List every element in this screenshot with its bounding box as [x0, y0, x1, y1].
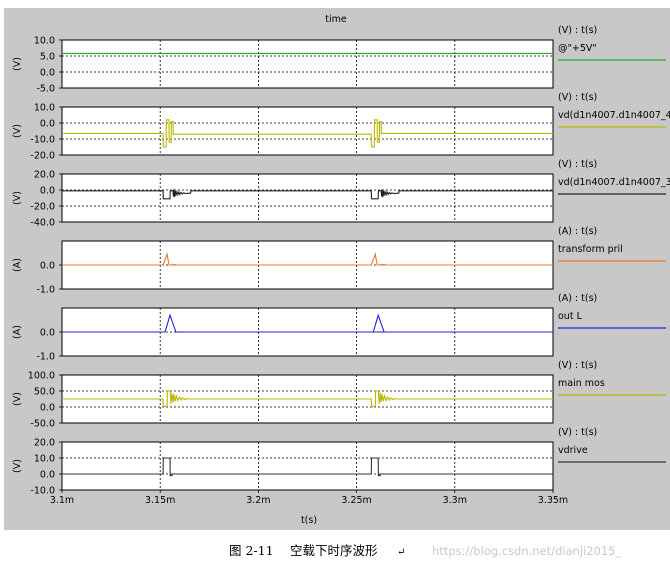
y-tick-label: 0.0: [40, 261, 55, 272]
x-tick-label: 3.2m: [246, 495, 270, 506]
legend-axis-label: (V) : t(s): [558, 427, 597, 438]
y-tick-label: -10.0: [30, 135, 55, 146]
legend-series-name: vd(d1n4007.d1n4007_3): [558, 177, 670, 188]
y-tick-label: -20.0: [30, 151, 55, 162]
legend-axis-label: (A) : t(s): [558, 293, 597, 304]
legend-series-name: vd(d1n4007.d1n4007_4): [558, 110, 670, 121]
y-tick-label: -40.0: [30, 218, 55, 229]
y-tick-label: 20.0: [34, 438, 55, 449]
x-tick-label: 3.25m: [341, 495, 371, 506]
y-unit-label: (A): [12, 258, 23, 272]
y-tick-label: 100.0: [28, 371, 55, 382]
y-tick-label: 0.0: [40, 68, 55, 79]
y-unit-label: (A): [12, 325, 23, 339]
y-tick-label: 0.0: [40, 328, 55, 339]
y-tick-label: 0.0: [40, 119, 55, 130]
x-tick-label: 3.15m: [145, 495, 175, 506]
chart-title: time: [325, 14, 347, 25]
plot-area: [61, 441, 554, 491]
y-unit-label: (V): [12, 57, 23, 71]
legend-series-name: main mos: [558, 378, 605, 389]
legend-axis-label: (V) : t(s): [558, 159, 597, 170]
y-tick-label: -5.0: [36, 84, 55, 95]
y-unit-label: (V): [12, 459, 23, 473]
y-unit-label: (V): [12, 392, 23, 406]
return-mark: ↵: [397, 547, 405, 558]
legend-axis-label: (A) : t(s): [558, 226, 597, 237]
legend-axis-label: (V) : t(s): [558, 92, 597, 103]
plot-area: [61, 173, 554, 223]
legend-series-name: @"+5V": [558, 43, 597, 54]
y-tick-label: 0.0: [40, 186, 55, 197]
legend-axis-label: (V) : t(s): [558, 25, 597, 36]
y-tick-label: 50.0: [34, 387, 55, 398]
y-tick-label: 20.0: [34, 170, 55, 181]
figure-label: 图 2-11: [229, 543, 274, 558]
figure-caption: 空载下时序波形: [290, 543, 378, 558]
y-tick-label: -50.0: [30, 419, 55, 430]
x-tick-label: 3.3m: [443, 495, 467, 506]
y-tick-label: -20.0: [30, 202, 55, 213]
y-tick-label: 0.0: [40, 470, 55, 481]
y-tick-label: -1.0: [36, 352, 55, 363]
legend-series-name: transform pril: [558, 244, 623, 255]
x-tick-label: 3.35m: [538, 495, 568, 506]
x-tick-label: 3.1m: [50, 495, 74, 506]
plot-area: [61, 39, 554, 89]
y-tick-label: 5.0: [40, 52, 55, 63]
x-axis-label: t(s): [301, 515, 317, 526]
waveform-figure: time 10.0 5.0 0.0 -5.0 (V) (V) : t(s) @"+5V" 10…: [4, 8, 670, 558]
legend-series-name: vdrive: [558, 445, 588, 456]
y-tick-label: 0.0: [40, 403, 55, 414]
y-tick-label: 10.0: [34, 36, 55, 47]
watermark: https://blog.csdn.net/dianji2015_: [432, 544, 622, 558]
y-unit-label: (V): [12, 124, 23, 138]
y-tick-label: -1.0: [36, 285, 55, 296]
y-tick-label: 10.0: [34, 103, 55, 114]
legend-series-name: out L: [558, 311, 583, 322]
plot-area: [61, 106, 554, 156]
legend-axis-label: (V) : t(s): [558, 360, 597, 371]
y-tick-label: 10.0: [34, 454, 55, 465]
y-unit-label: (V): [12, 191, 23, 205]
